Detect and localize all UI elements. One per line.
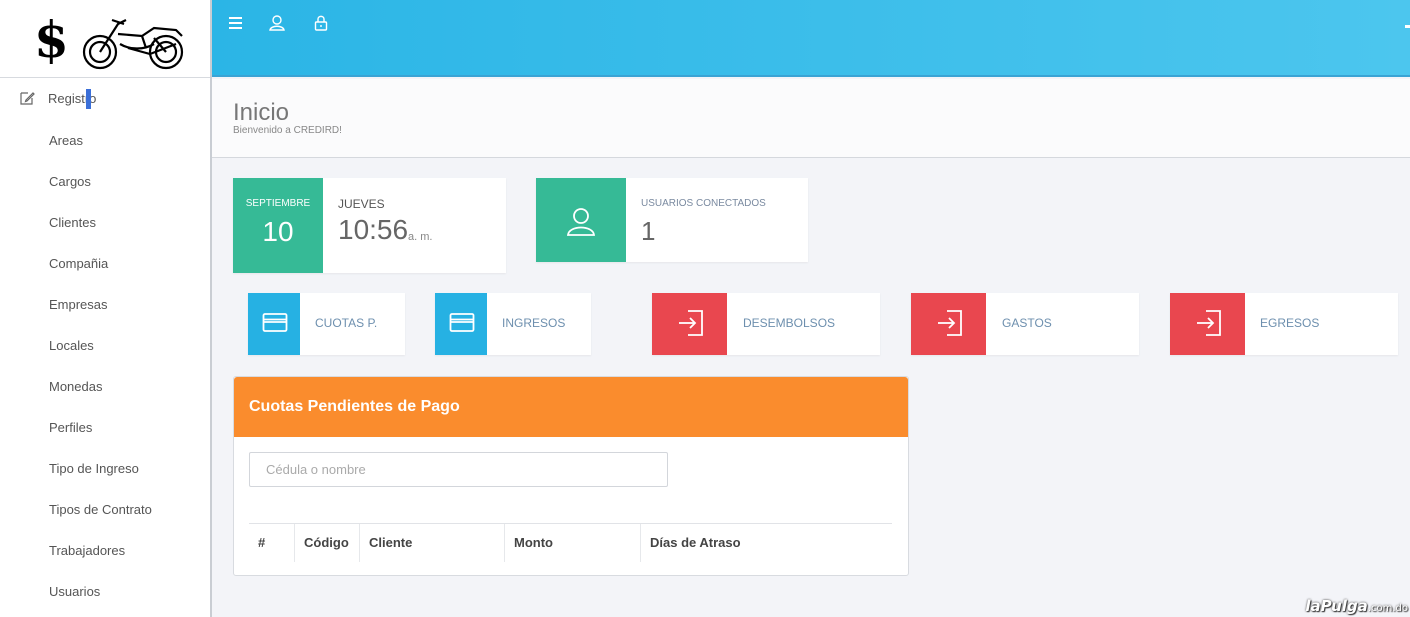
pending-payments-panel: Cuotas Pendientes de Pago # Código Clien… <box>233 376 909 576</box>
month-label: SEPTIEMBRE <box>245 198 311 209</box>
shortcut-icon-box <box>1170 293 1245 355</box>
shortcut-icon-box <box>435 293 487 355</box>
shortcut-icon-box <box>652 293 727 355</box>
user-icon <box>567 208 595 236</box>
sidebar-item-monedas[interactable]: Monedas <box>49 377 102 397</box>
sidebar-item-tipo-de-ingreso[interactable]: Tipo de Ingreso <box>49 459 139 479</box>
sidebar-item-clientes[interactable]: Clientes <box>49 213 96 233</box>
logo[interactable]: $ <box>0 0 210 78</box>
shortcut-label: CUOTAS P. <box>315 316 378 330</box>
sidebar-item-tipos-de-contrato[interactable]: Tipos de Contrato <box>49 500 152 520</box>
watermark: laPulga.com.do <box>1305 596 1408 615</box>
credit-card-icon <box>262 313 288 332</box>
sidebar-item-registro[interactable]: Registro <box>0 78 210 119</box>
shortcut-icon-box <box>911 293 986 355</box>
page-subtitle: Bienvenido a CREDIRD! <box>233 125 342 136</box>
shortcut-cuotas-p[interactable]: CUOTAS P. <box>248 293 405 355</box>
weekday-label: JUEVES <box>338 197 385 211</box>
page-title: Inicio <box>233 99 290 126</box>
column-header-monto[interactable]: Monto <box>504 524 640 562</box>
shortcut-egresos[interactable]: EGRESOS <box>1170 293 1398 355</box>
topbar-edge-mark <box>1405 25 1410 28</box>
motorcycle-icon <box>82 18 184 70</box>
sidebar: $ Registro Areas Cargos Clientes Compañi… <box>0 0 212 617</box>
sidebar-item-locales[interactable]: Locales <box>49 336 94 356</box>
search-input[interactable] <box>249 452 668 487</box>
content-header: Inicio Bienvenido a CREDIRD! <box>212 79 1410 158</box>
clock-ampm: a. m. <box>408 231 433 243</box>
sidebar-item-usuarios[interactable]: Usuarios <box>49 582 100 602</box>
sidebar-item-areas[interactable]: Areas <box>49 131 83 151</box>
column-header-dias-de-atraso[interactable]: Días de Atraso <box>640 524 892 562</box>
sidebar-item-perfiles[interactable]: Perfiles <box>49 418 92 438</box>
user-icon[interactable] <box>268 14 286 32</box>
users-connected-label: USUARIOS CONECTADOS <box>641 198 766 209</box>
panel-header: Cuotas Pendientes de Pago <box>234 377 908 437</box>
column-header-cliente[interactable]: Cliente <box>359 524 504 562</box>
sidebar-item-cargos[interactable]: Cargos <box>49 172 91 192</box>
sign-in-icon <box>679 310 703 336</box>
sidebar-item-compania[interactable]: Compañia <box>49 254 108 274</box>
date-time-card: SEPTIEMBRE 10 JUEVES 10:56 a. m. <box>233 178 506 273</box>
sidebar-item-trabajadores[interactable]: Trabajadores <box>49 541 125 561</box>
day-number: 10 <box>262 216 294 247</box>
users-badge <box>536 178 626 262</box>
logo-dollar-sign: $ <box>34 10 69 69</box>
shortcut-icon-box <box>248 293 300 355</box>
clock-time: 10:56 <box>338 214 409 245</box>
column-header-codigo[interactable]: Código <box>294 524 359 562</box>
users-connected-count: 1 <box>641 216 656 246</box>
credit-card-icon <box>449 313 475 332</box>
shortcut-label: EGRESOS <box>1260 316 1320 330</box>
panel-title: Cuotas Pendientes de Pago <box>249 398 460 415</box>
edit-icon <box>20 92 35 105</box>
shortcut-label: GASTOS <box>1002 316 1052 330</box>
date-badge: SEPTIEMBRE 10 <box>233 178 323 273</box>
shortcut-desembolsos[interactable]: DESEMBOLSOS <box>652 293 880 355</box>
shortcut-gastos[interactable]: GASTOS <box>911 293 1139 355</box>
sign-in-icon <box>1197 310 1221 336</box>
shortcut-label: INGRESOS <box>502 316 566 330</box>
watermark-domain: .com.do <box>1367 603 1408 614</box>
users-connected-card: USUARIOS CONECTADOS 1 <box>536 178 808 262</box>
lock-icon[interactable] <box>312 14 330 32</box>
sidebar-item-empresas[interactable]: Empresas <box>49 295 108 315</box>
column-header-number[interactable]: # <box>249 524 294 562</box>
sign-in-icon <box>938 310 962 336</box>
top-navbar <box>212 0 1410 77</box>
watermark-brand: laPulga <box>1305 597 1368 615</box>
text-cursor <box>86 89 91 109</box>
shortcut-ingresos[interactable]: INGRESOS <box>435 293 591 355</box>
shortcut-label: DESEMBOLSOS <box>743 316 836 330</box>
menu-icon[interactable] <box>227 14 245 32</box>
